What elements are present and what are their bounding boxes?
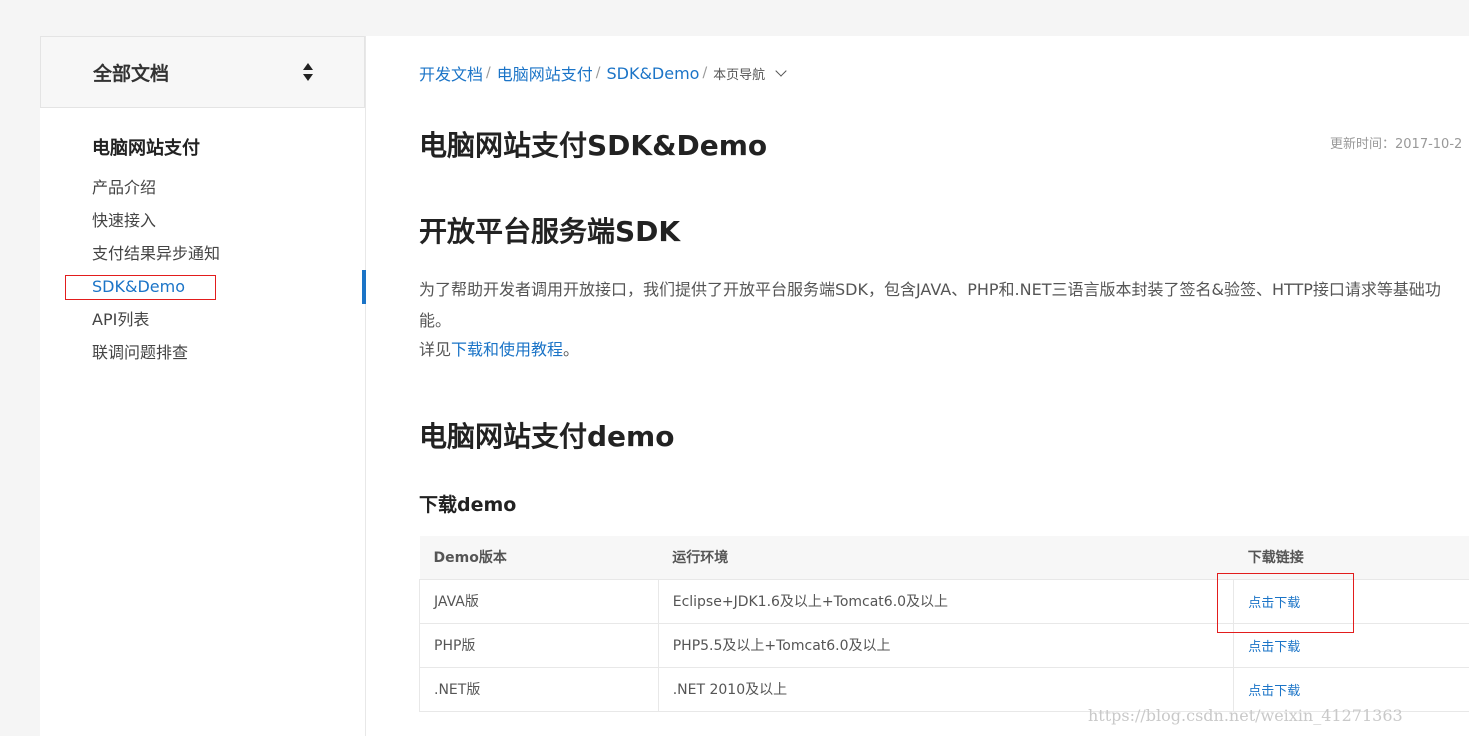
nav-item-quick-start[interactable]: 快速接入: [92, 209, 220, 242]
cell-version: PHP版: [419, 623, 659, 668]
cell-version: .NET版: [419, 667, 659, 712]
chevron-down-icon: [775, 64, 787, 77]
nav-group-title: 电脑网站支付: [92, 138, 200, 159]
annotation-highlight-nav: [65, 275, 216, 300]
nav-item-api-list[interactable]: API列表: [92, 308, 220, 341]
sdk-heading: 开放平台服务端SDK: [419, 215, 681, 248]
breadcrumb-sdk-demo[interactable]: SDK&Demo: [606, 64, 699, 83]
sidebar: 全部文档 电脑网站支付 产品介绍 快速接入 支付结果异步通知 SDK&Demo …: [40, 36, 366, 736]
update-time: 更新时间：2017-10-2: [1330, 137, 1463, 152]
breadcrumb-separator: /: [702, 65, 708, 81]
table-header-version: Demo版本: [419, 536, 659, 580]
page-title: 电脑网站支付SDK&Demo: [419, 129, 768, 162]
all-docs-selector[interactable]: 全部文档: [40, 36, 365, 108]
breadcrumb-pc-pay[interactable]: 电脑网站支付: [497, 61, 593, 85]
sort-toggle-icon[interactable]: [302, 63, 314, 81]
breadcrumb-separator: /: [595, 65, 601, 81]
cell-version: JAVA版: [419, 579, 659, 624]
download-link-php[interactable]: 点击下载: [1248, 640, 1300, 655]
watermark: https://blog.csdn.net/weixin_41271363: [1088, 706, 1403, 725]
see-tutorial-line: 详见下载和使用教程。: [419, 334, 1469, 365]
main-content: 开发文档 / 电脑网站支付 / SDK&Demo / 本页导航 电脑网站支付SD…: [366, 36, 1469, 736]
table-row: .NET版 .NET 2010及以上 点击下载: [419, 667, 1469, 712]
annotation-highlight-download: [1217, 573, 1354, 633]
demo-heading: 电脑网站支付demo: [419, 420, 675, 453]
breadcrumb-separator: /: [486, 65, 491, 81]
sdk-description: 为了帮助开发者调用开放接口，我们提供了开放平台服务端SDK，包含JAVA、PHP…: [419, 280, 1441, 330]
all-docs-title: 全部文档: [93, 62, 170, 85]
breadcrumb: 开发文档 / 电脑网站支付 / SDK&Demo / 本页导航: [419, 61, 787, 85]
nav-item-troubleshooting[interactable]: 联调问题排查: [92, 341, 220, 374]
cell-env: .NET 2010及以上: [657, 667, 1235, 712]
download-link-dotnet[interactable]: 点击下载: [1248, 684, 1300, 699]
cell-env: PHP5.5及以上+Tomcat6.0及以上: [657, 623, 1235, 668]
see-suffix: 。: [563, 340, 580, 359]
cell-link: 点击下载: [1233, 667, 1469, 712]
see-prefix: 详见: [419, 340, 452, 359]
page-nav-label: 本页导航: [713, 67, 766, 83]
tutorial-link[interactable]: 下载和使用教程: [451, 340, 563, 359]
download-demo-heading: 下载demo: [419, 494, 517, 516]
nav-item-product-intro[interactable]: 产品介绍: [92, 176, 220, 209]
nav-item-async-notify[interactable]: 支付结果异步通知: [92, 242, 220, 275]
breadcrumb-dev-docs[interactable]: 开发文档: [419, 61, 483, 85]
page-nav-dropdown[interactable]: 本页导航: [713, 64, 787, 83]
table-header-env: 运行环境: [658, 536, 1234, 580]
cell-env: Eclipse+JDK1.6及以上+Tomcat6.0及以上: [657, 579, 1235, 624]
